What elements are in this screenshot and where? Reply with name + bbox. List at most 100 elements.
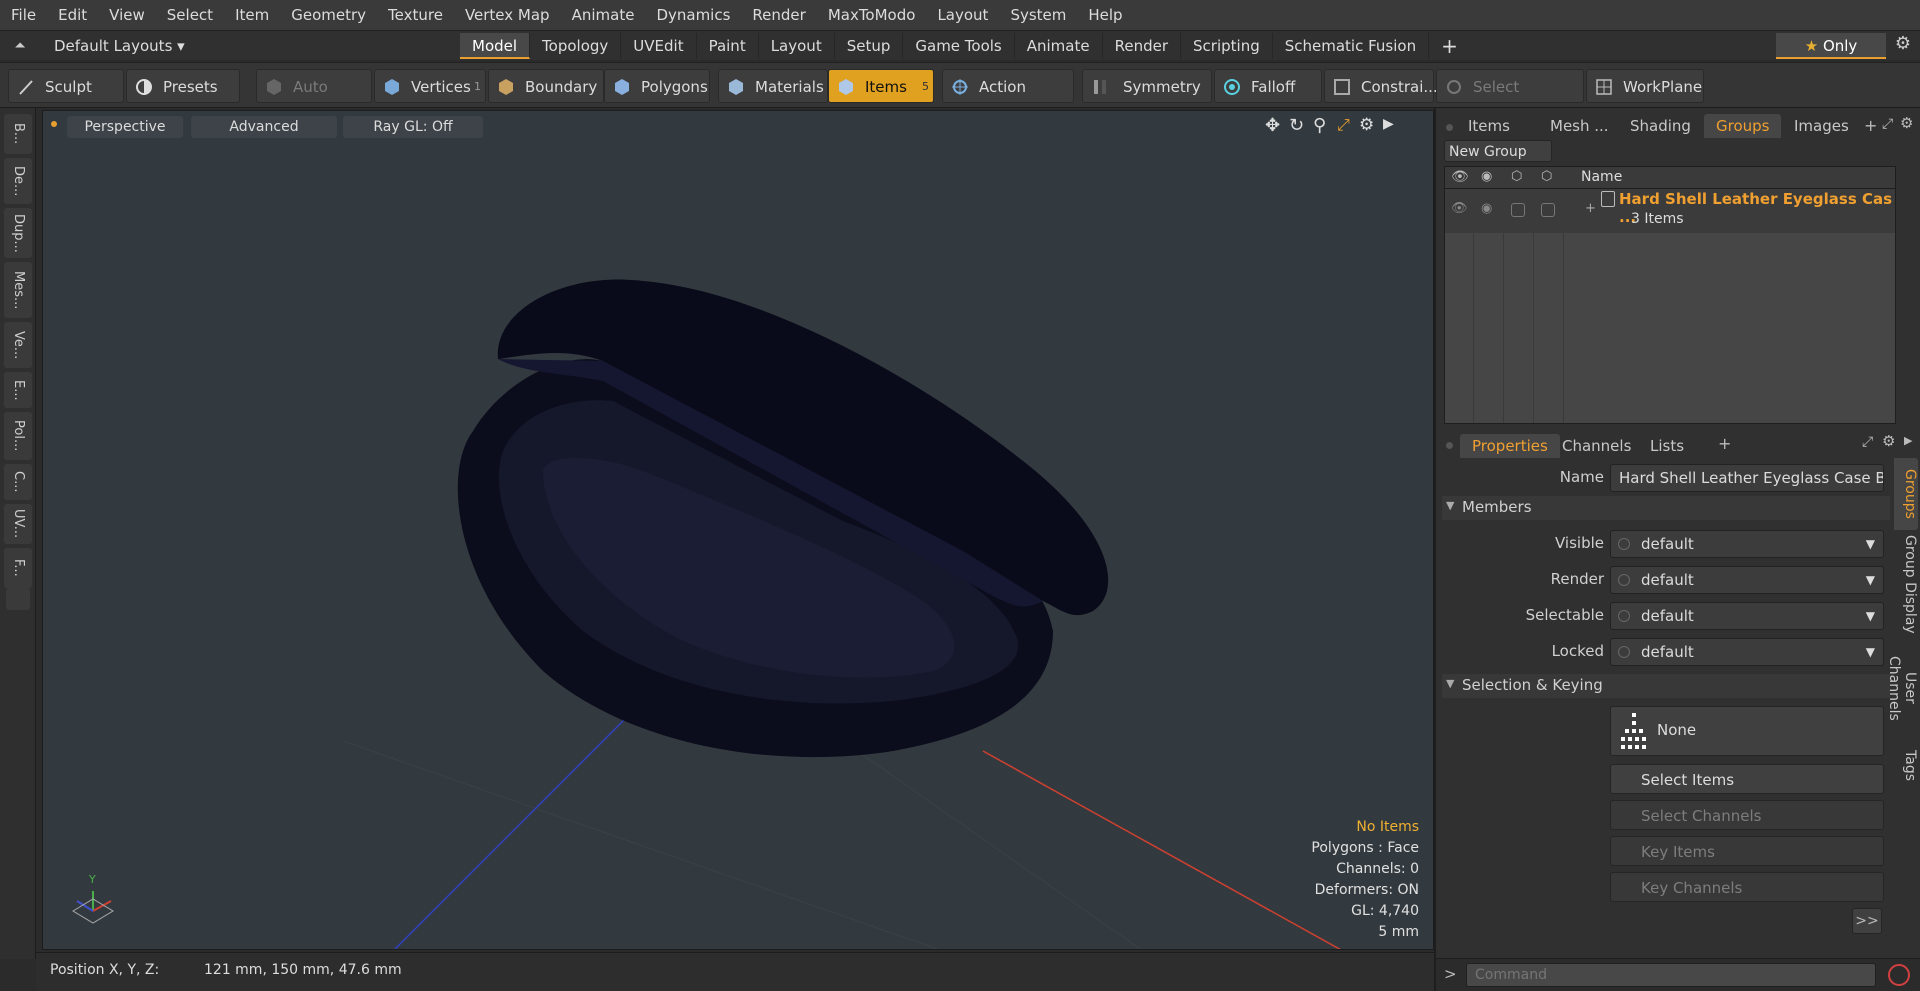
tab-layout[interactable]: Layout bbox=[759, 32, 835, 59]
row-render-icon[interactable]: ◉ bbox=[1481, 201, 1492, 216]
layout-preset-dropdown[interactable]: Default Layouts ▾ bbox=[40, 37, 460, 55]
visible-dropdown[interactable]: default ▼ bbox=[1610, 530, 1884, 558]
tab-model[interactable]: Model bbox=[460, 32, 531, 59]
menu-file[interactable]: File bbox=[0, 0, 47, 30]
selection-keying-section[interactable]: ▼ Selection & Keying bbox=[1442, 674, 1890, 698]
menu-layout[interactable]: Layout bbox=[926, 0, 999, 30]
menu-help[interactable]: Help bbox=[1077, 0, 1133, 30]
row-eye-icon[interactable]: 👁 bbox=[1451, 201, 1468, 216]
command-input[interactable] bbox=[1466, 963, 1876, 987]
workplane-button[interactable]: WorkPlane bbox=[1586, 69, 1704, 103]
tab-shading[interactable]: Shading bbox=[1618, 114, 1703, 138]
materials-button[interactable]: Materials bbox=[718, 69, 828, 103]
menu-texture[interactable]: Texture bbox=[377, 0, 454, 30]
key-channels-button[interactable]: Key Channels bbox=[1610, 872, 1884, 902]
gear-icon[interactable]: ⚙ bbox=[1888, 33, 1918, 54]
menu-animate[interactable]: Animate bbox=[561, 0, 646, 30]
new-group-button[interactable]: New Group bbox=[1444, 140, 1552, 162]
record-icon[interactable] bbox=[1888, 964, 1910, 986]
render-icon[interactable]: ◉ bbox=[1481, 169, 1492, 184]
render-dropdown[interactable]: default ▼ bbox=[1610, 566, 1884, 594]
presets-button[interactable]: Presets bbox=[126, 69, 240, 103]
constraints-button[interactable]: Constrai... bbox=[1324, 69, 1438, 103]
menu-view[interactable]: View bbox=[98, 0, 156, 30]
select-lock-icon[interactable]: ⬡ bbox=[1511, 169, 1522, 184]
properties-gear-icon[interactable]: ⚙ bbox=[1882, 432, 1895, 450]
tab-properties[interactable]: Properties bbox=[1460, 434, 1560, 458]
menu-dynamics[interactable]: Dynamics bbox=[645, 0, 741, 30]
row-lock-checkbox[interactable] bbox=[1541, 203, 1555, 217]
expand-plus-icon[interactable]: + bbox=[1585, 201, 1596, 216]
tab-mesh[interactable]: Mesh ... bbox=[1538, 114, 1621, 138]
items-button[interactable]: Items 5 bbox=[828, 69, 934, 103]
tab-render[interactable]: Render bbox=[1103, 32, 1182, 59]
tab-paint[interactable]: Paint bbox=[697, 32, 759, 59]
left-tab-mesh[interactable]: Mes... bbox=[4, 262, 32, 318]
3d-viewport[interactable]: Perspective Advanced Ray GL: Off ✥ ↻ ⚲ ⤢… bbox=[42, 110, 1434, 950]
falloff-button[interactable]: Falloff bbox=[1214, 69, 1322, 103]
menu-maxtomodo[interactable]: MaxToModo bbox=[817, 0, 927, 30]
tab-topology[interactable]: Topology bbox=[530, 32, 622, 59]
left-tab-vertex[interactable]: Ve... bbox=[4, 322, 32, 368]
left-tab-extra[interactable] bbox=[6, 588, 30, 610]
side-tab-user-channels[interactable]: User Channels bbox=[1886, 638, 1918, 738]
select-channels-button[interactable]: Select Channels bbox=[1610, 800, 1884, 830]
tab-scripting[interactable]: Scripting bbox=[1181, 32, 1273, 59]
menu-geometry[interactable]: Geometry bbox=[280, 0, 377, 30]
add-layout-tab-button[interactable]: + bbox=[1429, 33, 1470, 59]
properties-arrow-icon[interactable]: ▶ bbox=[1904, 434, 1912, 447]
tab-channels[interactable]: Channels bbox=[1550, 434, 1643, 458]
more-button[interactable]: >> bbox=[1852, 908, 1882, 934]
tab-setup[interactable]: Setup bbox=[835, 32, 904, 59]
tab-game-tools[interactable]: Game Tools bbox=[903, 32, 1015, 59]
side-tab-groups[interactable]: Groups bbox=[1894, 458, 1918, 530]
tab-groups[interactable]: Groups bbox=[1704, 114, 1782, 138]
tab-items[interactable]: Items bbox=[1456, 114, 1522, 138]
auto-select-button[interactable]: Auto Select bbox=[256, 69, 372, 130]
name-field[interactable]: Hard Shell Leather Eyeglass Case Blac bbox=[1610, 464, 1884, 492]
left-tab-uv[interactable]: UV... bbox=[4, 504, 32, 544]
tab-animate[interactable]: Animate bbox=[1015, 32, 1103, 59]
boundary-button[interactable]: Boundary bbox=[488, 69, 604, 103]
tab-lists[interactable]: Lists bbox=[1638, 434, 1696, 458]
polygons-button[interactable]: Polygons bbox=[604, 69, 710, 103]
left-tab-basic[interactable]: B... bbox=[4, 114, 32, 154]
menu-vertex-map[interactable]: Vertex Map bbox=[454, 0, 561, 30]
left-tab-edge[interactable]: E... bbox=[4, 372, 32, 408]
left-tab-curve[interactable]: C... bbox=[4, 464, 32, 500]
selectable-dropdown[interactable]: default ▼ bbox=[1610, 602, 1884, 630]
locked-dropdown[interactable]: default ▼ bbox=[1610, 638, 1884, 666]
side-tab-tags[interactable]: Tags bbox=[1894, 740, 1918, 790]
group-row[interactable]: 👁 ◉ + Hard Shell Leather Eyeglass Cas ..… bbox=[1445, 189, 1895, 233]
select-items-button[interactable]: Select Items bbox=[1610, 764, 1884, 794]
tab-schematic-fusion[interactable]: Schematic Fusion bbox=[1273, 32, 1430, 59]
row-select-checkbox[interactable] bbox=[1511, 203, 1525, 217]
left-tab-polygon[interactable]: Pol... bbox=[4, 412, 32, 460]
action-center-button[interactable]: Action Center bbox=[942, 69, 1074, 130]
left-tab-deform[interactable]: De... bbox=[4, 158, 32, 204]
left-tab-duplicate[interactable]: Dup... bbox=[4, 208, 32, 258]
panel-gear-icon[interactable]: ⚙ bbox=[1900, 114, 1913, 132]
select-through-button[interactable]: Select Through bbox=[1436, 69, 1584, 130]
lock-icon[interactable]: ⬡ bbox=[1541, 169, 1552, 184]
symmetry-button[interactable]: Symmetry bbox=[1082, 69, 1212, 103]
properties-expand-icon[interactable]: ⤢ bbox=[1862, 434, 1873, 450]
add-properties-tab-icon[interactable]: + bbox=[1718, 434, 1731, 453]
menu-system[interactable]: System bbox=[999, 0, 1077, 30]
add-tab-icon[interactable]: + bbox=[1864, 116, 1877, 135]
menu-edit[interactable]: Edit bbox=[47, 0, 98, 30]
tab-uvedit[interactable]: UVEdit bbox=[621, 32, 697, 59]
sculpt-button[interactable]: Sculpt bbox=[8, 69, 124, 103]
menu-item[interactable]: Item bbox=[224, 0, 280, 30]
expand-panel-icon[interactable]: ⤢ bbox=[1882, 116, 1893, 132]
side-tab-group-display[interactable]: Group Display bbox=[1894, 534, 1918, 634]
members-section[interactable]: ▼ Members bbox=[1442, 496, 1890, 520]
menu-select[interactable]: Select bbox=[156, 0, 224, 30]
only-toggle[interactable]: ★ Only bbox=[1776, 33, 1886, 59]
none-button[interactable]: None bbox=[1610, 706, 1884, 756]
eye-icon[interactable]: 👁 bbox=[1451, 169, 1469, 185]
tab-images[interactable]: Images bbox=[1782, 114, 1861, 138]
key-items-button[interactable]: Key Items bbox=[1610, 836, 1884, 866]
vertices-button[interactable]: Vertices 1 bbox=[374, 69, 486, 103]
left-tab-fusion[interactable]: F... bbox=[4, 548, 32, 588]
